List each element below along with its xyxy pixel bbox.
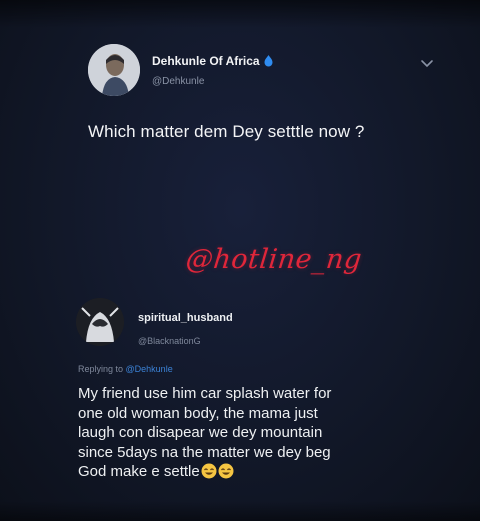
replying-to-line: Replying to @Dehkunle (78, 364, 173, 374)
author-avatar[interactable] (88, 44, 140, 96)
replying-to-prefix: Replying to (78, 364, 126, 374)
screenshot-frame: Dehkunle Of Africa @Dehkunle Which matte… (0, 0, 480, 521)
author-name-text: Dehkunle Of Africa (152, 54, 260, 68)
main-tweet[interactable]: Dehkunle Of Africa @Dehkunle Which matte… (88, 44, 448, 154)
chevron-down-icon[interactable] (420, 56, 434, 68)
author-name[interactable]: Dehkunle Of Africa (152, 54, 274, 70)
tweet-text: Which matter dem Dey setttle now ? (88, 122, 365, 141)
reply-text: My friend use him car splash water for o… (78, 384, 458, 485)
laughing-face-emoji (201, 463, 217, 485)
reply-author-handle[interactable]: @BlacknationG (138, 336, 201, 346)
reply-author-avatar[interactable] (76, 298, 124, 346)
watermark-text: @hotline_ng (184, 244, 364, 275)
verified-badge-icon (263, 55, 274, 70)
reply-tweet[interactable]: spiritual_husband @BlacknationG Replying… (76, 298, 456, 498)
reply-author-name[interactable]: spiritual_husband (138, 312, 233, 324)
author-handle[interactable]: @Dehkunle (152, 76, 204, 87)
replying-to-mention-link[interactable]: @Dehkunle (126, 364, 173, 374)
laughing-face-emoji (218, 463, 234, 485)
